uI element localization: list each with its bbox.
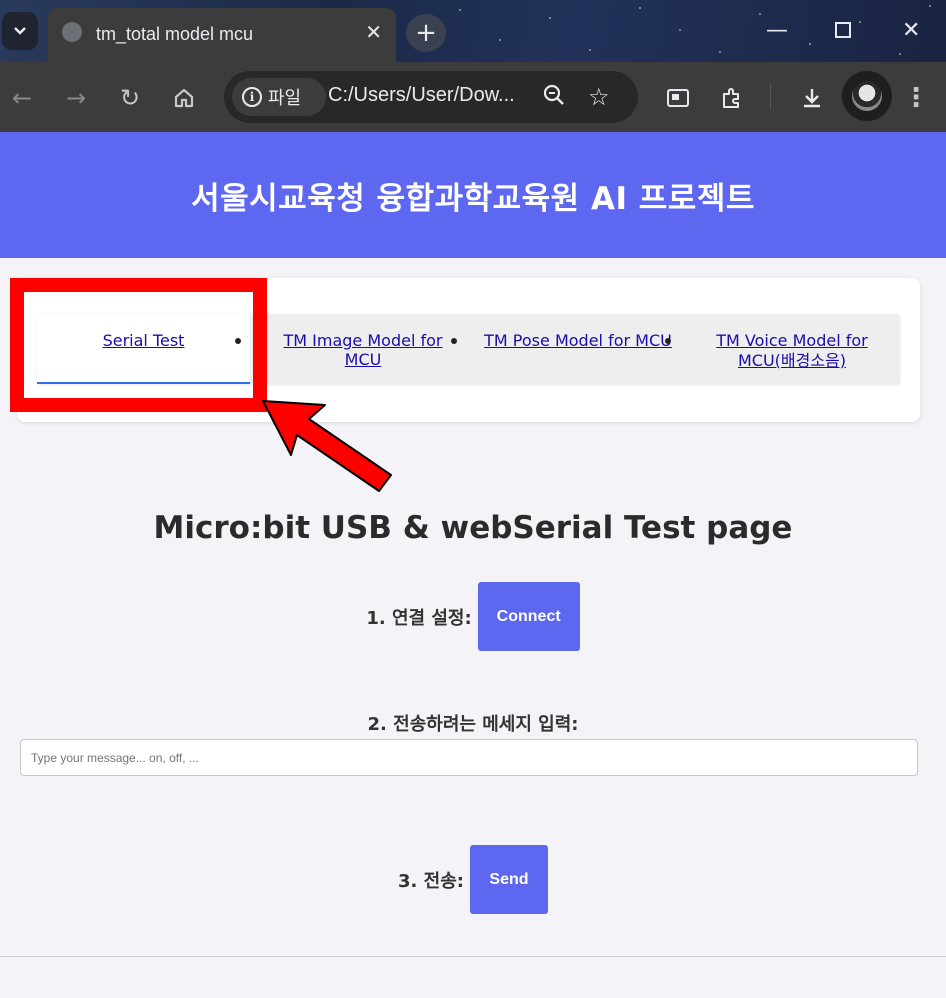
profile-avatar[interactable] bbox=[842, 71, 892, 121]
close-window-icon[interactable]: ✕ bbox=[902, 18, 920, 43]
bullet-icon bbox=[451, 338, 457, 344]
back-icon[interactable]: ← bbox=[4, 80, 40, 116]
connect-row: 1. 연결 설정: Connect bbox=[0, 582, 946, 651]
highlight-box bbox=[10, 278, 267, 412]
message-input[interactable] bbox=[20, 739, 918, 776]
site-info-label: 파일 bbox=[268, 88, 302, 109]
minimize-icon[interactable]: — bbox=[766, 18, 788, 43]
forward-icon[interactable]: → bbox=[58, 80, 94, 116]
bullet-icon bbox=[665, 338, 671, 344]
toolbar-divider bbox=[770, 84, 771, 110]
nav-tab-image-model[interactable]: TM Image Model for MCU bbox=[263, 314, 463, 384]
message-label: 2. 전송하려는 메세지 입력: bbox=[367, 714, 579, 735]
nav-tab-pose-model[interactable]: TM Pose Model for MCU bbox=[483, 314, 673, 384]
chevron-down-icon bbox=[14, 27, 26, 35]
browser-tab-bar: tm_total model mcu ✕ + — ✕ bbox=[0, 0, 946, 62]
theme-background bbox=[440, 0, 946, 62]
home-icon[interactable] bbox=[166, 80, 202, 116]
connect-label: 1. 연결 설정: bbox=[366, 607, 472, 629]
nav-link-voice-model[interactable]: TM Voice Model for MCU(배경소음) bbox=[716, 331, 867, 370]
footer-divider bbox=[0, 956, 946, 957]
download-icon[interactable] bbox=[794, 80, 830, 116]
send-button[interactable]: Send bbox=[469, 845, 548, 914]
browser-tab-active[interactable]: tm_total model mcu ✕ bbox=[48, 8, 396, 62]
browser-toolbar: ← → ↻ i 파일 C:/Users/User/Dow... ☆ ⋮ bbox=[0, 62, 946, 132]
extensions-icon[interactable] bbox=[714, 80, 750, 116]
new-tab-button[interactable]: + bbox=[406, 14, 446, 52]
connect-button[interactable]: Connect bbox=[477, 582, 580, 651]
page-header-title: 서울시교육청 융합과학교육원 AI 프로젝트 bbox=[191, 180, 755, 217]
globe-icon bbox=[62, 22, 82, 42]
info-icon: i bbox=[242, 87, 262, 107]
site-info-chip[interactable]: i 파일 bbox=[232, 78, 326, 116]
tab-search-button[interactable] bbox=[2, 12, 38, 50]
page-header: 서울시교육청 융합과학교육원 AI 프로젝트 bbox=[0, 132, 946, 258]
annotation-arrow-icon bbox=[262, 400, 392, 492]
main-title: Micro:bit USB & webSerial Test page bbox=[153, 510, 793, 546]
send-label: 3. 전송: bbox=[398, 870, 464, 892]
tab-title: tm_total model mcu bbox=[96, 24, 254, 44]
nav-tab-voice-model[interactable]: TM Voice Model for MCU(배경소음) bbox=[685, 314, 899, 384]
bookmark-star-icon[interactable]: ☆ bbox=[588, 83, 610, 111]
zoom-icon[interactable] bbox=[542, 83, 566, 113]
address-bar[interactable]: i 파일 C:/Users/User/Dow... ☆ bbox=[224, 71, 638, 123]
menu-kebab-icon[interactable]: ⋮ bbox=[898, 80, 934, 116]
url-text[interactable]: C:/Users/User/Dow... bbox=[328, 84, 515, 107]
nav-link-image-model[interactable]: TM Image Model for MCU bbox=[284, 331, 443, 369]
media-icon[interactable] bbox=[660, 80, 696, 116]
maximize-icon[interactable] bbox=[834, 20, 852, 45]
send-row: 3. 전송: Send bbox=[0, 845, 946, 914]
close-tab-icon[interactable]: ✕ bbox=[365, 20, 382, 44]
avatar-image bbox=[852, 81, 882, 111]
reload-icon[interactable]: ↻ bbox=[112, 80, 148, 116]
nav-link-pose-model[interactable]: TM Pose Model for MCU bbox=[484, 331, 672, 350]
